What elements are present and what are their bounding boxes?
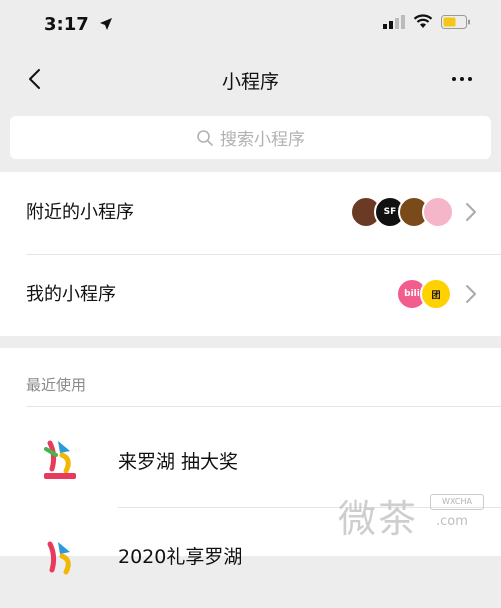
watermark: 微茶 <box>338 497 419 541</box>
status-time: 3:17 <box>44 14 113 35</box>
wifi-icon <box>413 14 433 28</box>
cellular-signal-icon <box>383 14 405 29</box>
recent-app-row[interactable]: 2020礼享罗湖 <box>0 508 501 608</box>
time-text: 3:17 <box>44 14 89 35</box>
more-dot-icon <box>452 77 456 81</box>
nav-bar: 小程序 <box>0 50 501 108</box>
search-placeholder: 搜索小程序 <box>220 130 305 150</box>
page-title: 小程序 <box>221 71 279 93</box>
app-name: 来罗湖 抽大奖 <box>118 451 239 473</box>
recent-header: 最近使用 <box>26 376 87 394</box>
status-bar: 3:17 <box>0 0 501 50</box>
row-label: 我的小程序 <box>26 284 116 305</box>
row-label: 附近的小程序 <box>26 202 134 223</box>
search-input[interactable]: 搜索小程序 <box>10 116 491 159</box>
meituan-avatar: 团 <box>420 278 452 310</box>
chevron-right-icon <box>466 203 476 221</box>
battery-icon <box>441 14 470 29</box>
recent-app-row[interactable]: 来罗湖 抽大奖 <box>0 407 501 507</box>
nearby-mini-programs-row[interactable]: 附近的小程序 SF <box>0 172 501 254</box>
app-logo-icon <box>44 440 76 479</box>
more-dot-icon <box>460 77 464 81</box>
watermark-badge: WXCHA <box>430 494 484 510</box>
search-icon <box>197 129 213 146</box>
nearby-avatar <box>422 196 454 228</box>
watermark-domain: .com <box>436 514 468 529</box>
nearby-avatars: SF <box>350 196 454 228</box>
status-icons <box>383 14 471 29</box>
app-logo-icon <box>47 541 71 575</box>
more-dot-icon <box>468 77 472 81</box>
more-button[interactable] <box>447 64 477 94</box>
location-arrow-icon <box>100 18 113 30</box>
mini-program-card: 附近的小程序 SF 我的小程序 bili 团 <box>0 172 501 336</box>
my-mini-programs-row[interactable]: 我的小程序 bili 团 <box>0 254 501 336</box>
chevron-right-icon <box>466 285 476 303</box>
my-avatars: bili 团 <box>396 278 452 310</box>
